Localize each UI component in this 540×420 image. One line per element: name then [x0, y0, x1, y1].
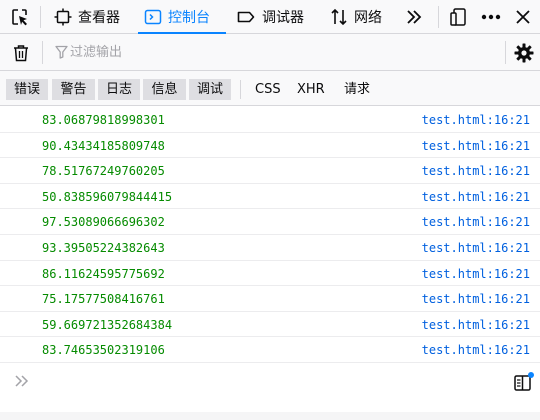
dock-icon	[450, 7, 466, 26]
editor-mode-icon	[514, 372, 534, 391]
message-source-link[interactable]: test.html:16:21	[422, 318, 530, 332]
console-message: 83.74653502319106 test.html:16:21	[0, 337, 540, 363]
message-source-link[interactable]: test.html:16:21	[422, 343, 530, 357]
message-source-link[interactable]: test.html:16:21	[422, 215, 530, 229]
tab-network[interactable]: 网络	[324, 0, 396, 33]
more-tabs-button[interactable]	[398, 0, 430, 33]
console-message: 78.51767249760205 test.html:16:21	[0, 158, 540, 184]
console-message: 50.838596079844415 test.html:16:21	[0, 184, 540, 210]
more-options-button[interactable]	[476, 0, 506, 33]
message-source-link[interactable]: test.html:16:21	[422, 267, 530, 281]
message-value: 59.669721352684384	[42, 317, 173, 332]
clear-console-button[interactable]	[6, 34, 36, 71]
trash-icon	[14, 44, 28, 61]
console-message: 97.53089066696302 test.html:16:21	[0, 209, 540, 235]
console-level-bar: 错误 警告 日志 信息 调试 CSS XHR 请求	[0, 71, 540, 106]
console-output: 83.06879818998301 test.html:16:21 90.434…	[0, 107, 540, 363]
network-icon	[331, 8, 347, 25]
message-value: 78.51767249760205	[42, 164, 165, 179]
message-value: 93.39505224382643	[42, 240, 165, 255]
element-picker-button[interactable]	[4, 0, 36, 33]
filter-output-input[interactable]	[48, 39, 498, 65]
filter-category-requests[interactable]: 请求	[344, 79, 370, 100]
console-message: 93.39505224382643 test.html:16:21	[0, 235, 540, 261]
console-filter-bar	[0, 34, 540, 71]
message-value: 83.06879818998301	[42, 113, 165, 127]
message-value: 90.43434185809748	[42, 138, 165, 153]
horizontal-scrollbar[interactable]	[0, 412, 540, 420]
console-message: 86.11624595775692 test.html:16:21	[0, 261, 540, 287]
console-input[interactable]	[0, 364, 540, 400]
message-value: 50.838596079844415	[42, 189, 173, 204]
message-source-link[interactable]: test.html:16:21	[422, 292, 530, 306]
message-source-link[interactable]: test.html:16:21	[422, 113, 530, 127]
tab-console[interactable]: 控制台	[138, 0, 226, 34]
message-source-link[interactable]: test.html:16:21	[422, 190, 530, 204]
filter-level-log[interactable]: 日志	[98, 79, 140, 100]
inspector-icon	[54, 8, 72, 25]
tab-console-label: 控制台	[168, 9, 210, 26]
message-source-link[interactable]: test.html:16:21	[422, 164, 530, 178]
toggle-editor-mode-button[interactable]	[510, 368, 538, 396]
devtools-toolbar: 查看器 控制台 调试器 网络	[0, 0, 540, 34]
debugger-icon	[237, 11, 255, 22]
message-source-link[interactable]: test.html:16:21	[422, 139, 530, 153]
message-value: 86.11624595775692	[42, 266, 165, 281]
tab-debugger-label: 调试器	[262, 9, 304, 26]
tab-inspector[interactable]: 查看器	[48, 0, 132, 33]
close-devtools-button[interactable]	[508, 0, 538, 33]
message-value: 83.74653502319106	[42, 343, 165, 358]
gear-icon	[514, 43, 534, 62]
console-message: 90.43434185809748 test.html:16:21	[0, 133, 540, 159]
console-settings-button[interactable]	[510, 34, 538, 71]
close-icon	[516, 9, 530, 24]
console-message: 75.17577508416761 test.html:16:21	[0, 286, 540, 312]
filter-level-error[interactable]: 错误	[6, 79, 48, 100]
chevron-double-right-icon	[407, 9, 422, 24]
filter-category-css[interactable]: CSS	[255, 79, 281, 100]
filter-level-info[interactable]: 信息	[143, 79, 186, 100]
message-value: 97.53089066696302	[42, 215, 165, 230]
tab-debugger[interactable]: 调试器	[230, 0, 318, 33]
console-message: 59.669721352684384 test.html:16:21	[0, 312, 540, 338]
tab-inspector-label: 查看器	[78, 9, 120, 26]
ellipsis-icon	[481, 14, 501, 19]
message-value: 75.17577508416761	[42, 292, 165, 307]
message-source-link[interactable]: test.html:16:21	[422, 241, 530, 255]
filter-level-debug[interactable]: 调试	[189, 79, 231, 100]
console-icon	[144, 9, 162, 24]
toggle-split-console-button[interactable]	[444, 0, 474, 33]
filter-category-xhr[interactable]: XHR	[297, 79, 325, 100]
filter-level-warning[interactable]: 警告	[52, 79, 95, 100]
element-picker-icon	[12, 8, 27, 25]
tab-network-label: 网络	[354, 9, 382, 26]
console-message: 83.06879818998301 test.html:16:21	[0, 107, 540, 133]
prompt-chevron-icon	[15, 375, 29, 387]
